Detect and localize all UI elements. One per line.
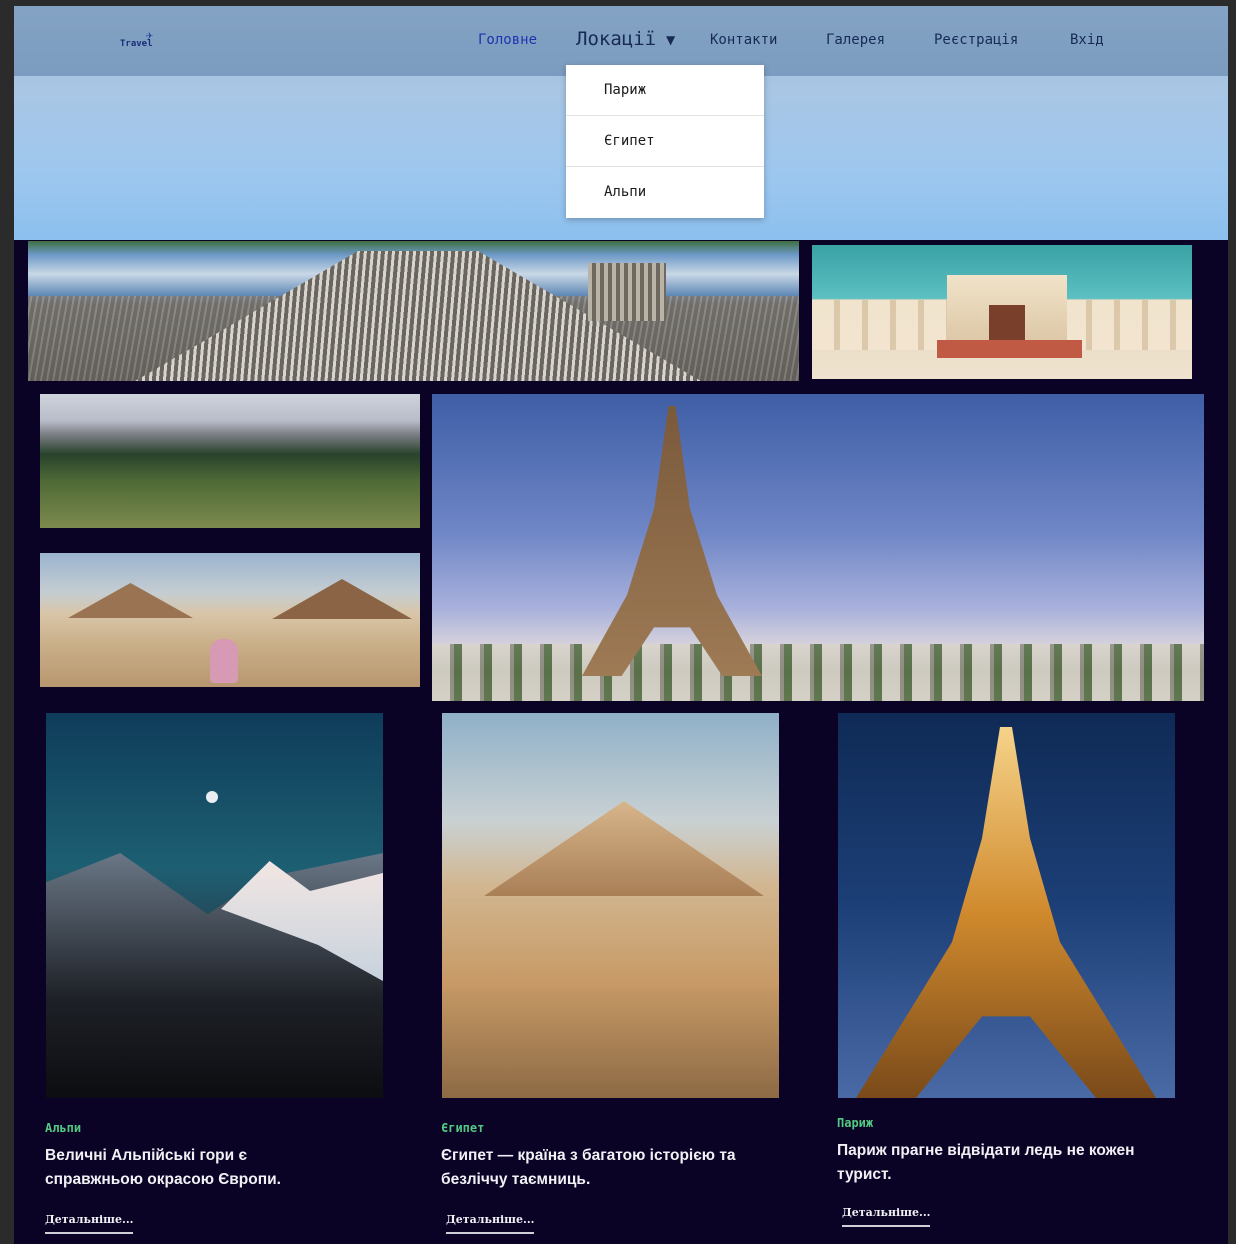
dropdown-item-egypt[interactable]: Єгипет xyxy=(566,116,764,167)
moon-shape xyxy=(206,791,218,803)
card-title: Париж прагне відвідати ледь не кожен тур… xyxy=(837,1142,1135,1183)
nav-gallery[interactable]: Галерея xyxy=(826,32,885,48)
dropdown-item-paris[interactable]: Париж xyxy=(566,65,764,116)
gallery-image-alps[interactable] xyxy=(40,394,420,528)
nav-home[interactable]: Головне xyxy=(478,32,537,48)
door-shape xyxy=(989,305,1025,340)
city-shape xyxy=(432,644,1204,701)
chevron-down-icon[interactable]: ▼ xyxy=(666,33,675,47)
person-shape xyxy=(210,639,238,683)
pyramid-shape xyxy=(68,583,193,618)
tower-shape xyxy=(856,727,1156,1098)
post-shape xyxy=(588,263,666,321)
card-read-more-link[interactable]: Детальніше... xyxy=(842,1206,931,1227)
dropdown-item-alps[interactable]: Альпи xyxy=(566,167,764,218)
pyramid-shape xyxy=(484,801,764,896)
card-title: Єгипет — країна з багатою історією та бе… xyxy=(441,1147,736,1188)
card-read-more-link[interactable]: Детальніше... xyxy=(446,1213,535,1234)
steps-shape xyxy=(937,340,1082,358)
card-read-more-link[interactable]: Детальніше... xyxy=(45,1213,134,1234)
card-tag[interactable]: Париж xyxy=(837,1116,873,1130)
card-image-alps[interactable] xyxy=(46,713,383,1098)
card-tag[interactable]: Альпи xyxy=(45,1121,81,1135)
page: ✈ Travel Головне Локації ▼ Контакти Гале… xyxy=(14,6,1228,1244)
gallery-image-pyramids[interactable] xyxy=(40,553,420,687)
card-image-egypt[interactable] xyxy=(442,713,779,1098)
nav-registration[interactable]: Реєстрація xyxy=(934,32,1018,48)
card-tag[interactable]: Єгипет xyxy=(441,1121,484,1135)
nav-contacts[interactable]: Контакти xyxy=(710,32,777,48)
locations-dropdown: Париж Єгипет Альпи xyxy=(566,65,764,218)
nav-login[interactable]: Вхід xyxy=(1070,32,1104,48)
logo[interactable]: ✈ Travel xyxy=(120,28,164,54)
card-title: Величні Альпійські гори є справжньою окр… xyxy=(45,1147,281,1188)
pyramid-shape xyxy=(272,579,412,619)
tower-shape xyxy=(582,406,762,676)
gallery-image-temple[interactable] xyxy=(812,245,1192,379)
nav-locations[interactable]: Локації xyxy=(576,28,656,50)
logo-text: Travel xyxy=(120,39,153,49)
gallery-image-dock[interactable] xyxy=(28,241,799,381)
gallery-image-eiffel[interactable] xyxy=(432,394,1204,701)
card-image-paris[interactable] xyxy=(838,713,1175,1098)
